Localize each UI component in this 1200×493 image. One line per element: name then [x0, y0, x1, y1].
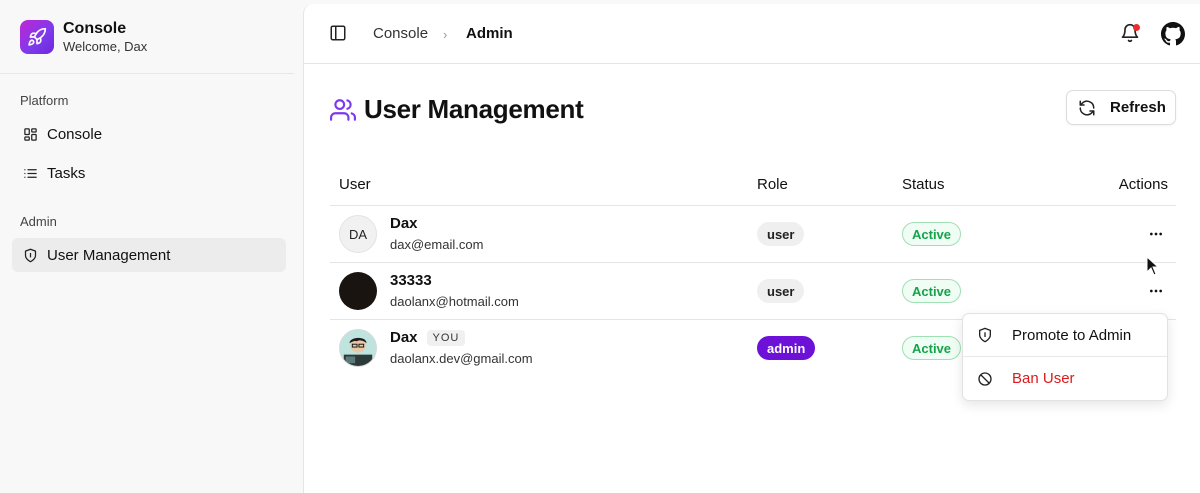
app: Console Welcome, Dax Platform Console Ta…: [0, 0, 1200, 493]
main-panel: Console › Admin User Management Refresh: [303, 4, 1200, 493]
user-name: 33333: [390, 272, 432, 289]
notification-dot: [1133, 24, 1140, 31]
column-header-role: Role: [757, 176, 788, 193]
page-title: User Management: [364, 94, 584, 124]
user-name: Dax YOU: [390, 329, 466, 346]
you-badge: YOU: [426, 329, 466, 346]
sidebar-item-label: Console: [47, 125, 103, 143]
chevron-right-icon: ›: [443, 27, 448, 42]
sidebar-item-label: User Management: [47, 246, 171, 264]
breadcrumb-admin: Admin: [466, 25, 513, 42]
refresh-label: Refresh: [1110, 99, 1166, 116]
mouse-cursor-icon: [1146, 255, 1160, 276]
menu-item-ban-user[interactable]: Ban User: [963, 357, 1167, 400]
avatar: [339, 329, 377, 367]
bell-icon[interactable]: [1120, 23, 1142, 45]
sidebar: Console Welcome, Dax Platform Console Ta…: [0, 0, 302, 493]
shield-icon: [22, 247, 38, 263]
brand-subtitle: Welcome, Dax: [63, 38, 148, 54]
avatar: DA: [339, 215, 377, 253]
table-row: 33333 daolanx@hotmail.com user Active: [330, 263, 1176, 320]
shield-icon: [977, 327, 993, 343]
user-email: dax@email.com: [390, 237, 484, 252]
menu-item-label: Promote to Admin: [1012, 326, 1132, 344]
user-email: daolanx@hotmail.com: [390, 294, 519, 309]
breadcrumb-console[interactable]: Console: [373, 24, 428, 43]
user-actions-menu: Promote to Admin Ban User: [962, 313, 1168, 401]
ban-icon: [977, 371, 993, 387]
dashboard-icon: [22, 126, 38, 142]
refresh-icon: [1078, 99, 1096, 117]
sidebar-group-platform: Platform: [20, 93, 69, 108]
sidebar-item-label: Tasks: [47, 164, 86, 182]
refresh-button[interactable]: Refresh: [1066, 90, 1176, 125]
column-header-status: Status: [902, 176, 945, 193]
more-actions-icon[interactable]: [1146, 224, 1166, 244]
sidebar-item-tasks[interactable]: Tasks: [12, 156, 286, 190]
topbar: Console › Admin: [304, 4, 1200, 64]
sidebar-group-admin: Admin: [20, 214, 57, 229]
brand-title: Console: [63, 19, 127, 37]
role-badge: user: [757, 279, 805, 303]
avatar: [339, 272, 377, 310]
column-header-actions: Actions: [1118, 176, 1168, 193]
user-email: daolanx.dev@gmail.com: [390, 351, 533, 366]
list-icon: [22, 165, 38, 181]
github-icon[interactable]: [1161, 22, 1185, 46]
more-actions-icon[interactable]: [1146, 281, 1166, 301]
role-badge: admin: [757, 336, 816, 360]
user-name: Dax: [390, 215, 418, 232]
sidebar-item-user-management[interactable]: User Management: [12, 238, 286, 272]
sidebar-toggle-icon[interactable]: [329, 24, 347, 42]
menu-item-label: Ban User: [1012, 370, 1075, 387]
user-name-text: Dax: [390, 215, 418, 232]
table-header: User Role Status Actions: [330, 164, 1176, 206]
role-badge: user: [757, 222, 805, 246]
sidebar-item-console[interactable]: Console: [12, 117, 286, 151]
status-badge: Active: [902, 279, 962, 303]
user-name-text: 33333: [390, 272, 432, 289]
table-row: DA Dax dax@email.com user Active: [330, 206, 1176, 263]
user-name-text: Dax: [390, 329, 418, 346]
column-header-user: User: [339, 176, 371, 193]
status-badge: Active: [902, 336, 962, 360]
status-badge: Active: [902, 222, 962, 246]
menu-item-promote-to-admin[interactable]: Promote to Admin: [963, 314, 1167, 357]
rocket-icon: [20, 19, 54, 54]
users-icon: [330, 97, 356, 123]
brand-header[interactable]: Console Welcome, Dax: [0, 0, 294, 74]
page-header: User Management: [330, 94, 584, 125]
